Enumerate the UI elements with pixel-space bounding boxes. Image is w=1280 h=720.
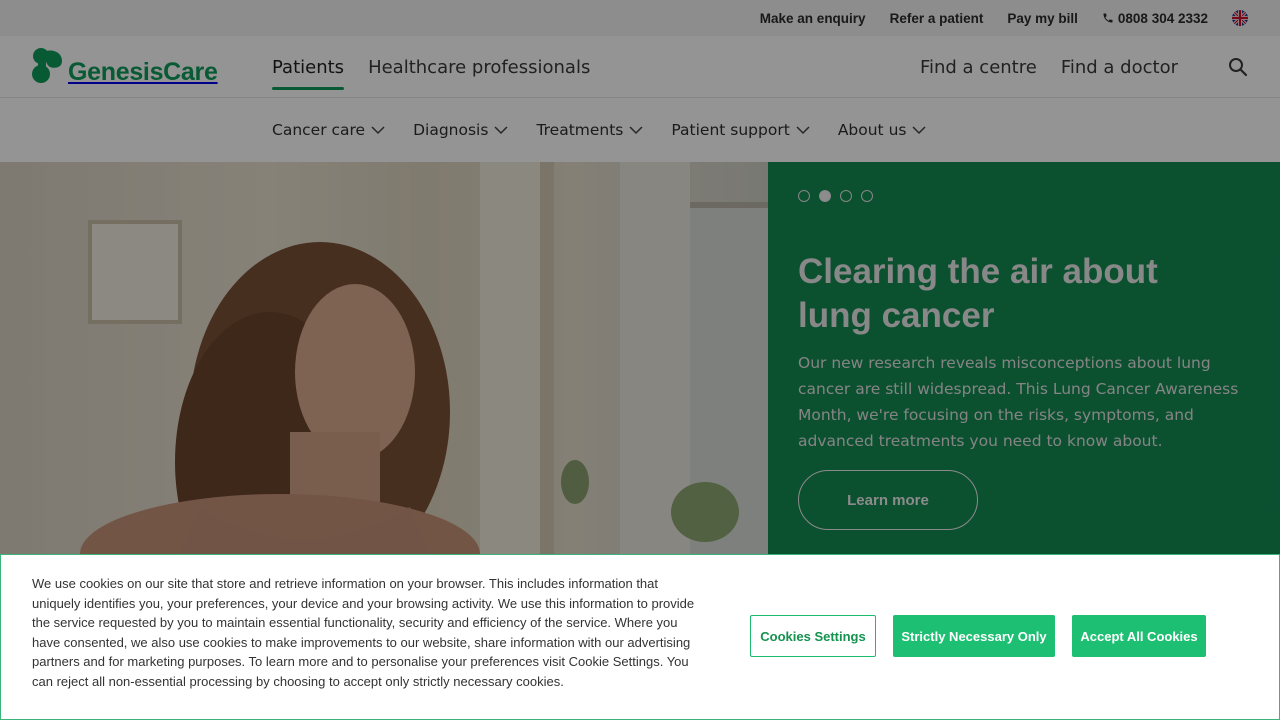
make-enquiry-link[interactable]: Make an enquiry (760, 11, 866, 26)
secondary-nav-items: Cancer care Diagnosis Treatments Patient… (272, 98, 926, 162)
pay-bill-link[interactable]: Pay my bill (1007, 11, 1078, 26)
subnav-cancer-care[interactable]: Cancer care (272, 121, 385, 139)
strictly-necessary-only-button[interactable]: Strictly Necessary Only (893, 615, 1055, 657)
phone-link[interactable]: 0808 304 2332 (1102, 11, 1208, 26)
search-button[interactable] (1226, 55, 1250, 79)
learn-more-button[interactable]: Learn more (798, 470, 978, 530)
secondary-nav: Cancer care Diagnosis Treatments Patient… (0, 98, 1280, 162)
subnav-diagnosis[interactable]: Diagnosis (413, 121, 508, 139)
carousel-dot[interactable] (861, 190, 873, 202)
brand-name: GenesisCare (68, 58, 218, 86)
carousel-dot-active[interactable] (819, 190, 831, 202)
find-doctor-link[interactable]: Find a doctor (1061, 57, 1178, 78)
subnav-treatments[interactable]: Treatments (536, 121, 643, 139)
right-nav: Find a centre Find a doctor (920, 36, 1250, 98)
uk-flag-icon[interactable] (1232, 10, 1248, 26)
carousel-dots (798, 190, 873, 202)
cookies-settings-button[interactable]: Cookies Settings (750, 615, 876, 657)
subnav-label: Cancer care (272, 121, 366, 139)
hero-panel: Clearing the air about lung cancer Our n… (768, 162, 1280, 554)
chevron-down-icon (912, 125, 926, 134)
subnav-patient-support[interactable]: Patient support (671, 121, 810, 139)
phone-number: 0808 304 2332 (1117, 10, 1208, 26)
chevron-down-icon (629, 125, 643, 134)
hero-title: Clearing the air about lung cancer (798, 252, 1158, 335)
subnav-about-us[interactable]: About us (838, 121, 927, 139)
accept-all-cookies-button[interactable]: Accept All Cookies (1072, 615, 1206, 657)
carousel-dot[interactable] (840, 190, 852, 202)
cookie-policy-text: We use cookies on our site that store an… (32, 576, 695, 689)
utility-links: Make an enquiry Refer a patient Pay my b… (760, 0, 1248, 36)
search-icon (1229, 58, 1248, 77)
primary-nav: Patients Healthcare professionals (272, 36, 590, 98)
find-centre-link[interactable]: Find a centre (920, 57, 1037, 78)
genesiscare-logo-mark (32, 47, 62, 83)
subnav-label: About us (837, 121, 907, 139)
subnav-label: Patient support (671, 121, 790, 139)
subnav-label: Diagnosis (413, 121, 489, 139)
hero-image (0, 162, 768, 554)
subnav-label: Treatments (536, 121, 624, 139)
hero-description: Our new research reveals misconceptions … (798, 354, 1239, 450)
chevron-down-icon (371, 125, 385, 134)
genesiscare-logo[interactable]: GenesisCare (32, 44, 218, 87)
nav-patients[interactable]: Patients (272, 36, 345, 98)
chevron-down-icon (796, 125, 810, 134)
hero-photo-woman-at-window (80, 162, 768, 554)
refer-patient-link[interactable]: Refer a patient (890, 11, 984, 26)
phone-icon (1103, 13, 1113, 23)
main-header: GenesisCare Patients Healthcare professi… (0, 36, 1280, 98)
hero-carousel: Clearing the air about lung cancer Our n… (0, 162, 1280, 554)
cookie-button-group: Cookies Settings Strictly Necessary Only… (750, 615, 1206, 657)
carousel-dot[interactable] (798, 190, 810, 202)
utility-bar: Make an enquiry Refer a patient Pay my b… (0, 0, 1280, 36)
chevron-down-icon (494, 125, 508, 134)
cookie-consent-banner: We use cookies on our site that store an… (0, 554, 1280, 720)
nav-healthcare-professionals[interactable]: Healthcare professionals (368, 36, 590, 98)
